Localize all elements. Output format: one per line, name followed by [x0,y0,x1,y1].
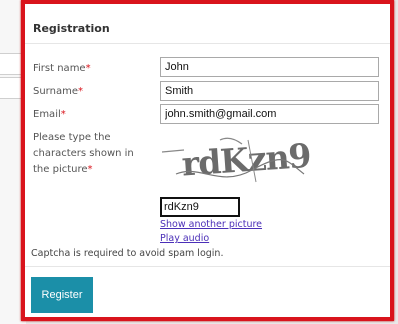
required-marker: * [60,109,66,120]
required-marker: * [87,164,93,175]
panel-title: Registration [33,22,110,35]
captcha-note: Captcha is required to avoid spam login. [31,248,224,259]
divider [25,266,390,267]
captcha-text: rdKzn9 [181,136,310,184]
captcha-input[interactable] [160,197,240,217]
background-field [0,77,23,99]
first-name-input[interactable] [160,57,379,77]
first-name-label: First name* [33,63,91,74]
registration-panel: Registration First name* Surname* Email*… [21,0,394,321]
captcha-label: Please type the characters shown in the … [33,132,134,175]
required-marker: * [77,86,83,97]
play-audio-link[interactable]: Play audio [160,233,209,244]
surname-input[interactable] [160,81,379,101]
surname-label: Surname* [33,86,83,97]
captcha-image: rdKzn9 [161,136,310,184]
background-field [0,53,23,75]
register-button[interactable]: Register [31,277,93,313]
divider [25,43,390,44]
show-another-picture-link[interactable]: Show another picture [160,219,262,230]
email-label: Email* [33,109,66,120]
required-marker: * [85,63,91,74]
email-input[interactable] [160,104,379,124]
